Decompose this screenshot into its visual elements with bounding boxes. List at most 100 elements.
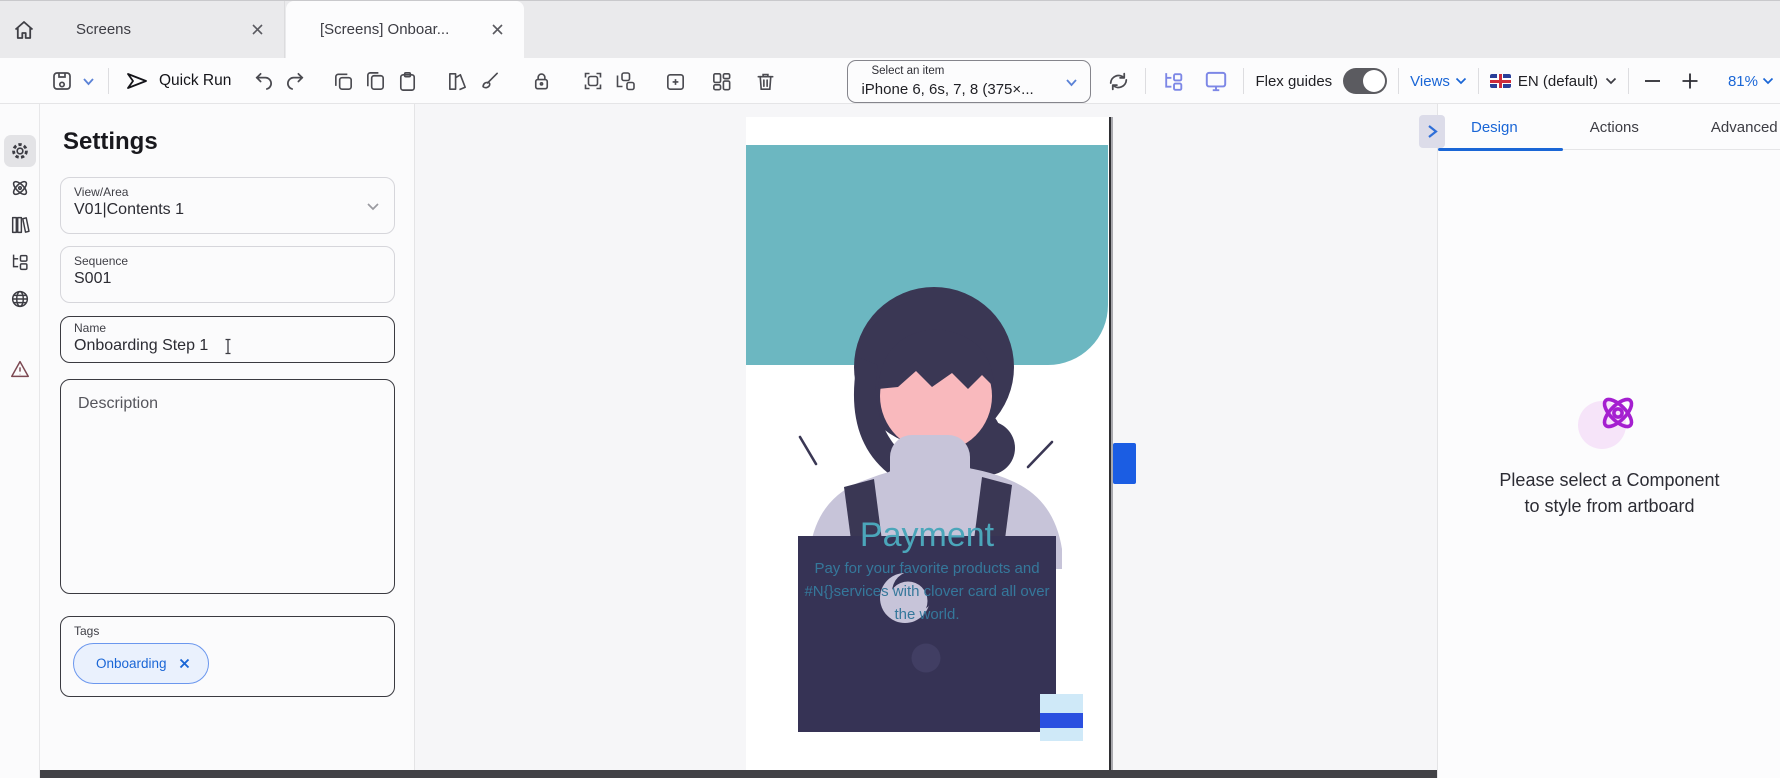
empty-state-message: Please select a Component to style from … [1490, 467, 1730, 519]
language-dropdown[interactable]: EN (default) [1490, 73, 1617, 90]
chevron-down-icon [366, 202, 380, 211]
chevron-down-icon [1455, 77, 1467, 85]
tab-label: Screens [76, 21, 246, 38]
views-dropdown[interactable]: Views [1410, 73, 1467, 90]
save-options-button[interactable] [78, 65, 98, 97]
home-icon [12, 18, 36, 42]
remove-tag-icon[interactable] [178, 657, 191, 670]
tab-actions[interactable]: Actions [1590, 119, 1639, 136]
tags-field[interactable]: Tags Onboarding [60, 616, 395, 697]
sidebar-item-globe[interactable] [4, 283, 36, 315]
add-frame-button[interactable] [659, 65, 691, 97]
tab-label: [Screens] Onboar... [320, 21, 486, 38]
paste-button[interactable] [391, 65, 423, 97]
gear-icon [9, 140, 31, 162]
undo-button[interactable] [247, 65, 279, 97]
artboard-body-text[interactable]: Pay for your favorite products and #N{}s… [801, 557, 1053, 626]
settings-panel: Settings View/Area V01|Contents 1 Sequen… [40, 104, 415, 778]
chevron-down-icon [1762, 77, 1774, 85]
atom-icon [1594, 389, 1642, 437]
save-button[interactable] [46, 65, 78, 97]
zoom-in-button[interactable] [1677, 65, 1703, 97]
sidebar-item-components[interactable] [4, 172, 36, 204]
artboard-title-text[interactable]: Payment [746, 516, 1108, 555]
delete-button[interactable] [749, 65, 781, 97]
tab-design[interactable]: Design [1471, 119, 1518, 136]
body-line: Pay for your favorite products and [801, 557, 1053, 580]
flex-guides-label: Flex guides [1255, 73, 1332, 90]
layout-grid-button[interactable] [705, 65, 737, 97]
redo-button[interactable] [279, 65, 311, 97]
bottom-edge-bar [40, 770, 1437, 778]
sequence-field[interactable]: Sequence S001 [60, 246, 395, 303]
toolbar-divider [108, 68, 109, 94]
name-value: Onboarding Step 1 [74, 337, 208, 355]
sidebar-item-warnings[interactable] [4, 353, 36, 385]
toolbar-divider [1145, 68, 1146, 94]
group-icon [581, 69, 605, 93]
structure-view-button[interactable] [1157, 65, 1189, 97]
ungroup-icon [613, 69, 637, 93]
zoom-level-dropdown[interactable]: 81% [1728, 73, 1774, 90]
styles-button[interactable] [441, 65, 473, 97]
sync-button[interactable] [1102, 65, 1134, 97]
name-input[interactable]: Name Onboarding Step 1 [60, 316, 395, 363]
styles-palette-icon [446, 70, 469, 93]
tab-advanced[interactable]: Advanced [1711, 119, 1778, 136]
chevron-down-icon [1065, 78, 1078, 87]
copy-button[interactable] [359, 65, 391, 97]
add-frame-icon [664, 70, 687, 93]
ungroup-button[interactable] [609, 65, 641, 97]
description-input[interactable]: Description [60, 379, 395, 594]
left-sidebar [0, 104, 40, 778]
active-tab-indicator [1438, 148, 1563, 151]
main-toolbar: Quick Run [0, 58, 1780, 104]
lock-icon [530, 70, 553, 93]
undo-icon [252, 70, 275, 93]
warning-icon [9, 358, 31, 380]
panel-collapse-button[interactable] [1419, 115, 1445, 148]
chevron-right-icon [1426, 124, 1439, 139]
language-label: EN (default) [1518, 73, 1598, 90]
zoom-level-value: 81% [1728, 73, 1758, 90]
view-area-select[interactable]: View/Area V01|Contents 1 [60, 177, 395, 234]
sidebar-item-settings[interactable] [4, 135, 36, 167]
toolbar-divider [1478, 68, 1479, 94]
close-icon[interactable] [486, 19, 508, 41]
group-button[interactable] [577, 65, 609, 97]
library-books-icon [9, 214, 31, 236]
body-line: #N{}services with clover card all over [801, 580, 1053, 603]
selector-value: iPhone 6, 6s, 7, 8 (375×... [861, 81, 1033, 98]
home-button[interactable] [6, 14, 42, 46]
brush-button[interactable] [473, 65, 505, 97]
toolbar-divider [1243, 68, 1244, 94]
quick-run-button[interactable]: Quick Run [125, 70, 231, 92]
body-line: the world. [801, 603, 1053, 626]
artboard-onboarding-step-1[interactable]: Payment Pay for your favorite products a… [746, 117, 1110, 778]
zoom-out-button[interactable] [1640, 65, 1666, 97]
tab-screens-onboarding[interactable]: [Screens] Onboar... [286, 1, 524, 58]
tag-chip-onboarding[interactable]: Onboarding [73, 643, 209, 684]
preview-display-button[interactable] [1200, 65, 1232, 97]
brush-icon [478, 70, 501, 93]
lock-button[interactable] [525, 65, 557, 97]
structure-tree-icon [1161, 69, 1186, 94]
view-area-value: V01|Contents 1 [74, 201, 184, 219]
target-item-selector[interactable]: Select an item iPhone 6, 6s, 7, 8 (375×.… [847, 60, 1091, 103]
flex-guides-toggle[interactable] [1343, 68, 1387, 94]
close-icon[interactable] [246, 19, 268, 41]
resize-handle[interactable] [1113, 443, 1136, 484]
minus-icon [1644, 79, 1661, 83]
duplicate-button[interactable] [327, 65, 359, 97]
sidebar-item-library[interactable] [4, 209, 36, 241]
sidebar-item-layers[interactable] [4, 246, 36, 278]
tab-screens[interactable]: Screens [42, 1, 285, 58]
inspector-panel: Design Actions Advanced Please select a … [1437, 104, 1780, 778]
views-label: Views [1410, 73, 1450, 90]
chevron-down-icon [82, 77, 95, 86]
save-icon [50, 69, 74, 93]
trash-icon [754, 70, 777, 93]
design-canvas[interactable]: Payment Pay for your favorite products a… [416, 104, 1437, 778]
redo-icon [284, 70, 307, 93]
empty-state: Please select a Component to style from … [1438, 389, 1780, 519]
